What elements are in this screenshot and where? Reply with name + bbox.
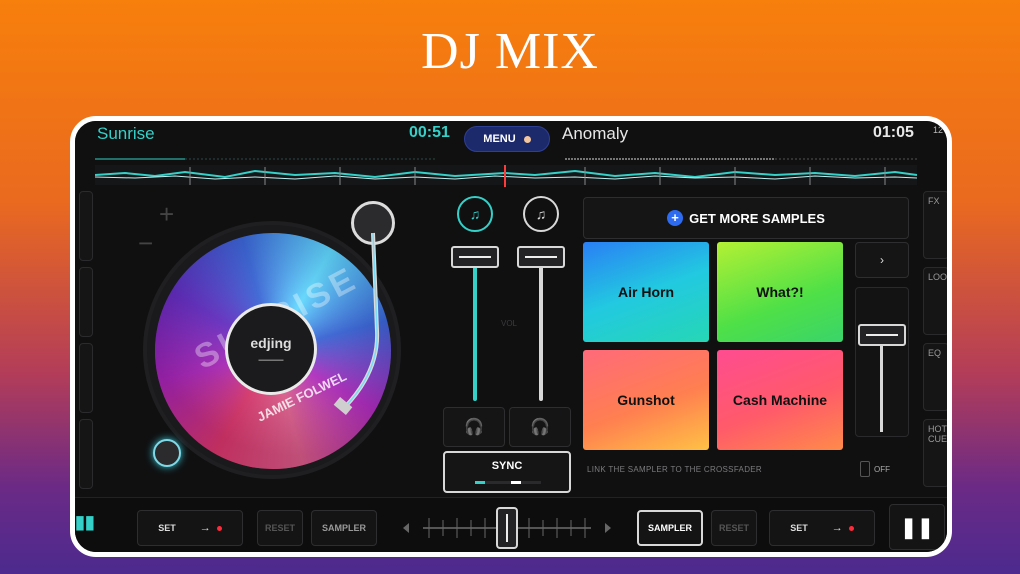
left-set-cue-group: SET →: [137, 510, 243, 546]
left-music-note-icon[interactable]: ♫: [457, 196, 493, 232]
right-track-title: Anomaly: [562, 124, 629, 143]
right-volume-fader[interactable]: [517, 246, 565, 268]
fx-side-button[interactable]: FX: [923, 191, 947, 259]
sample-pad-what[interactable]: What?!: [717, 242, 843, 342]
edjing-logo: edjing: [250, 335, 292, 351]
right-edge-label: 12: [933, 125, 944, 135]
right-headphones-icon[interactable]: 🎧: [509, 407, 571, 447]
crossfader[interactable]: [397, 506, 617, 550]
right-music-note-icon[interactable]: ♫: [523, 196, 559, 232]
menu-label: MENU: [483, 133, 516, 145]
link-toggle[interactable]: OFF: [860, 461, 890, 477]
link-sampler-text: LINK THE SAMPLER TO THE CROSSFADER: [587, 465, 762, 474]
record-dot-icon-right: [848, 525, 854, 531]
record-center-label: edjing ▬▬▬▬▬: [225, 303, 317, 395]
left-headphones-icon[interactable]: 🎧: [443, 407, 505, 447]
sync-indicator: [475, 481, 541, 484]
right-set-button[interactable]: SET: [790, 523, 808, 533]
headline: DJ MIX: [421, 23, 599, 80]
next-page-button[interactable]: ›: [855, 242, 909, 278]
label-fine-print: ▬▬▬▬▬: [258, 357, 284, 363]
crossfader-graphic: [403, 507, 611, 549]
sampler-fader-track: [880, 332, 883, 432]
fx-label: FX: [928, 196, 940, 206]
hot-cue-side-button[interactable]: HOT CUE: [923, 419, 948, 487]
left-side-button-2[interactable]: [79, 267, 93, 337]
toggle-switch-icon: [860, 461, 870, 477]
vol-label: VOL: [501, 319, 518, 328]
bottom-bar: ▮▮ SET → RESET SAMPLER SAMPLER RESET SET…: [75, 497, 947, 552]
sampler-volume-slider[interactable]: [855, 287, 909, 437]
left-reset-button[interactable]: RESET: [257, 510, 303, 546]
sync-label: SYNC: [491, 460, 523, 472]
left-side-button-4[interactable]: [79, 419, 93, 489]
left-set-button[interactable]: SET: [158, 523, 176, 533]
waveform-overview[interactable]: [95, 151, 917, 187]
left-arrow-rec-button[interactable]: →: [200, 522, 222, 534]
loop-side-button[interactable]: LOO: [923, 267, 948, 335]
plus-circle-icon: +: [667, 210, 684, 226]
tonearm-icon: [333, 232, 380, 415]
arrow-icon-right: →: [831, 522, 843, 534]
sample-pad-cash-machine[interactable]: Cash Machine: [717, 350, 843, 450]
get-more-label: GET MORE SAMPLES: [689, 210, 825, 226]
right-pause-button[interactable]: ❚❚: [889, 504, 945, 550]
right-reset-button[interactable]: RESET: [711, 510, 757, 546]
sample-pad-air-horn[interactable]: Air Horn: [583, 242, 709, 342]
left-volume-fader[interactable]: [451, 246, 499, 268]
get-more-samples-button[interactable]: + GET MORE SAMPLES: [583, 197, 909, 239]
right-volume-track: [539, 255, 543, 401]
sampler-fader-cap[interactable]: [858, 324, 906, 346]
loop-label: LOO: [928, 272, 948, 282]
jog-knob[interactable]: [153, 439, 181, 467]
left-volume-track: [473, 255, 477, 401]
menu-dot-icon: [523, 135, 531, 143]
right-sampler-button[interactable]: SAMPLER: [637, 510, 703, 546]
dj-app-screen: Sunrise 00:51 MENU Anomaly 01:05 12 FX L…: [75, 121, 947, 552]
menu-button[interactable]: MENU: [464, 126, 550, 152]
sample-pad-gunshot[interactable]: Gunshot: [583, 350, 709, 450]
record-dot-icon: [216, 525, 222, 531]
left-track-time: 00:51: [409, 124, 450, 141]
toggle-off-label: OFF: [874, 464, 890, 474]
left-play-icon[interactable]: ▮▮: [75, 512, 95, 544]
left-side-button-3[interactable]: [79, 343, 93, 413]
eq-side-button[interactable]: EQ: [923, 343, 947, 411]
right-arrow-rec-button[interactable]: →: [832, 522, 854, 534]
hot-cue-label: HOT CUE: [928, 424, 948, 444]
sync-button[interactable]: SYNC: [443, 451, 571, 493]
right-track-time: 01:05: [873, 124, 914, 141]
eq-label: EQ: [928, 348, 942, 358]
waveform-graphic: [95, 158, 917, 187]
right-set-cue-group: SET →: [769, 510, 875, 546]
pitch-minus-icon[interactable]: −: [138, 228, 153, 259]
left-sampler-button[interactable]: SAMPLER: [311, 510, 377, 546]
left-side-button-1[interactable]: [79, 191, 93, 261]
pitch-plus-icon[interactable]: +: [159, 199, 174, 230]
left-track-title: Sunrise: [97, 124, 155, 143]
arrow-icon: →: [199, 522, 211, 534]
phone-frame: Sunrise 00:51 MENU Anomaly 01:05 12 FX L…: [70, 116, 952, 557]
